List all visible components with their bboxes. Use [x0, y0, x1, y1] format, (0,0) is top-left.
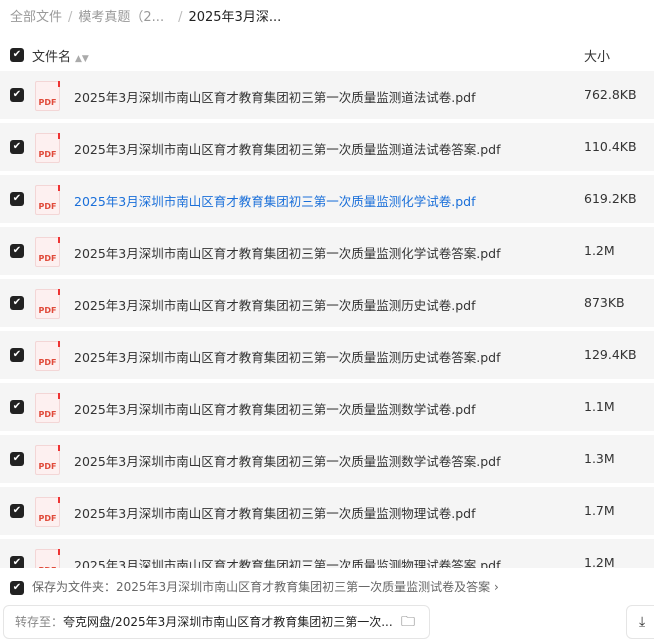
pdf-file-icon: PDF — [35, 341, 60, 371]
destination-selector[interactable]: 转存至：夸克网盘/2025年3月深圳市南山区育才教育集团初三第一次... 🗀 — [3, 605, 430, 639]
pdf-file-icon: PDF — [35, 237, 60, 267]
file-row[interactable]: ✔ PDF 2025年3月深圳市南山区育才教育集团初三第一次质量监测化学试卷.p… — [0, 175, 654, 223]
file-name[interactable]: 2025年3月深圳市南山区育才教育集团初三第一次质量监测化学试卷.pdf — [74, 191, 476, 210]
file-name[interactable]: 2025年3月深圳市南山区育才教育集团初三第一次质量监测化学试卷答案.pdf — [74, 243, 501, 262]
file-row[interactable]: ✔ PDF 2025年3月深圳市南山区育才教育集团初三第一次质量监测道法试卷.p… — [0, 71, 654, 119]
breadcrumb-separator: / — [178, 10, 183, 25]
breadcrumb: 全部文件 / 模考真题（2... / 2025年3月深... — [10, 6, 281, 25]
file-size: 873KB — [584, 295, 625, 310]
file-checkbox[interactable]: ✔ — [10, 556, 24, 568]
file-row[interactable]: ✔ PDF 2025年3月深圳市南山区育才教育集团初三第一次质量监测数学试卷.p… — [0, 383, 654, 431]
file-checkbox[interactable]: ✔ — [10, 88, 24, 102]
pdf-icon-label: PDF — [38, 254, 57, 263]
file-checkbox[interactable]: ✔ — [10, 296, 24, 310]
file-size: 1.2M — [584, 555, 615, 568]
pdf-file-icon: PDF — [35, 133, 60, 163]
file-size: 1.7M — [584, 503, 615, 518]
sort-icon[interactable]: ▲▼ — [75, 54, 89, 64]
pdf-file-icon: PDF — [35, 549, 60, 568]
pdf-file-icon: PDF — [35, 289, 60, 319]
file-size: 129.4KB — [584, 347, 637, 362]
save-as-folder-label: 保存为文件夹：2025年3月深圳市南山区育才教育集团初三第一次质量监测试卷及答案… — [32, 580, 499, 594]
file-row[interactable]: ✔ PDF 2025年3月深圳市南山区育才教育集团初三第一次质量监测化学试卷答案… — [0, 227, 654, 275]
file-checkbox[interactable]: ✔ — [10, 244, 24, 258]
pdf-icon-label: PDF — [38, 306, 57, 315]
pdf-file-icon: PDF — [35, 393, 60, 423]
folder-icon[interactable]: 🗀 — [401, 606, 415, 638]
breadcrumb-all-files[interactable]: 全部文件 — [10, 10, 62, 25]
file-row[interactable]: ✔ PDF 2025年3月深圳市南山区育才教育集团初三第一次质量监测道法试卷答案… — [0, 123, 654, 171]
file-name[interactable]: 2025年3月深圳市南山区育才教育集团初三第一次质量监测历史试卷答案.pdf — [74, 347, 501, 366]
save-as-folder-checkbox[interactable]: ✔ — [10, 580, 24, 595]
file-size: 1.3M — [584, 451, 615, 466]
file-name[interactable]: 2025年3月深圳市南山区育才教育集团初三第一次质量监测道法试卷答案.pdf — [74, 139, 501, 158]
pdf-icon-label: PDF — [38, 150, 57, 159]
select-all-checkbox[interactable]: ✔ — [10, 48, 24, 62]
file-name[interactable]: 2025年3月深圳市南山区育才教育集团初三第一次质量监测数学试卷答案.pdf — [74, 451, 501, 470]
breadcrumb-current: 2025年3月深... — [188, 10, 282, 25]
file-size: 1.1M — [584, 399, 615, 414]
file-row[interactable]: ✔ PDF 2025年3月深圳市南山区育才教育集团初三第一次质量监测物理试卷答案… — [0, 539, 654, 568]
file-row[interactable]: ✔ PDF 2025年3月深圳市南山区育才教育集团初三第一次质量监测历史试卷答案… — [0, 331, 654, 379]
file-size: 619.2KB — [584, 191, 637, 206]
pdf-icon-label: PDF — [38, 98, 57, 107]
column-size-header: 大小 — [584, 50, 611, 65]
pdf-icon-label: PDF — [38, 462, 57, 471]
file-row[interactable]: ✔ PDF 2025年3月深圳市南山区育才教育集团初三第一次质量监测历史试卷.p… — [0, 279, 654, 327]
file-size: 1.2M — [584, 243, 615, 258]
file-name[interactable]: 2025年3月深圳市南山区育才教育集团初三第一次质量监测数学试卷.pdf — [74, 399, 476, 418]
pdf-icon-label: PDF — [38, 514, 57, 523]
pdf-file-icon: PDF — [35, 185, 60, 215]
file-name[interactable]: 2025年3月深圳市南山区育才教育集团初三第一次质量监测物理试卷.pdf — [74, 503, 476, 522]
download-button[interactable]: ⤓ — [626, 605, 654, 639]
file-name[interactable]: 2025年3月深圳市南山区育才教育集团初三第一次质量监测道法试卷.pdf — [74, 87, 476, 106]
file-name[interactable]: 2025年3月深圳市南山区育才教育集团初三第一次质量监测物理试卷答案.pdf — [74, 555, 501, 568]
file-checkbox[interactable]: ✔ — [10, 192, 24, 206]
file-size: 762.8KB — [584, 87, 637, 102]
file-row[interactable]: ✔ PDF 2025年3月深圳市南山区育才教育集团初三第一次质量监测数学试卷答案… — [0, 435, 654, 483]
pdf-file-icon: PDF — [35, 497, 60, 527]
pdf-icon-label: PDF — [38, 358, 57, 367]
breadcrumb-separator: / — [68, 10, 73, 25]
file-list[interactable]: ✔ PDF 2025年3月深圳市南山区育才教育集团初三第一次质量监测道法试卷.p… — [0, 71, 654, 568]
list-header: ✔ 文件名 ▲▼ 大小 — [0, 44, 654, 66]
destination-path: 夸克网盘/2025年3月深圳市南山区育才教育集团初三第一次... — [63, 615, 393, 629]
file-name[interactable]: 2025年3月深圳市南山区育才教育集团初三第一次质量监测历史试卷.pdf — [74, 295, 476, 314]
file-row[interactable]: ✔ PDF 2025年3月深圳市南山区育才教育集团初三第一次质量监测物理试卷.p… — [0, 487, 654, 535]
file-checkbox[interactable]: ✔ — [10, 452, 24, 466]
file-checkbox[interactable]: ✔ — [10, 140, 24, 154]
file-checkbox[interactable]: ✔ — [10, 504, 24, 518]
pdf-file-icon: PDF — [35, 81, 60, 111]
download-icon: ⤓ — [639, 614, 646, 630]
column-name-label: 文件名 — [32, 50, 72, 65]
destination-label: 转存至： — [15, 615, 64, 629]
file-size: 110.4KB — [584, 139, 637, 154]
pdf-icon-label: PDF — [38, 410, 57, 419]
breadcrumb-mock-exams[interactable]: 模考真题（2... — [78, 10, 164, 25]
save-as-folder-option[interactable]: ✔ 保存为文件夹：2025年3月深圳市南山区育才教育集团初三第一次质量监测试卷及答… — [10, 578, 499, 595]
file-checkbox[interactable]: ✔ — [10, 400, 24, 414]
file-checkbox[interactable]: ✔ — [10, 348, 24, 362]
pdf-icon-label: PDF — [36, 566, 59, 568]
column-name-header[interactable]: 文件名 ▲▼ — [32, 46, 89, 65]
pdf-file-icon: PDF — [35, 445, 60, 475]
pdf-icon-label: PDF — [38, 202, 57, 211]
